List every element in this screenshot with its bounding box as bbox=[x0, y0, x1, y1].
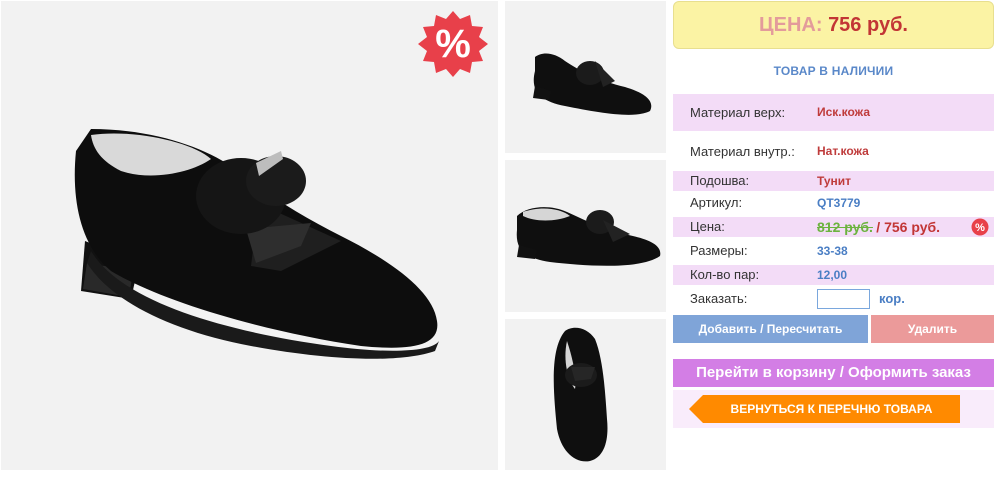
spec-row-price: Цена: 812 руб. / 756 руб. % bbox=[673, 217, 994, 237]
spec-label-upper: Материал верх: bbox=[690, 105, 786, 120]
back-to-list-button[interactable]: ВЕРНУТЬСЯ К ПЕРЕЧНЮ ТОВАРА bbox=[689, 395, 960, 423]
spec-label-order: Заказать: bbox=[690, 291, 748, 306]
discount-icon: % bbox=[971, 218, 989, 236]
delete-button[interactable]: Удалить bbox=[871, 315, 994, 343]
spec-row-article: Артикул: QT3779 bbox=[673, 193, 994, 213]
spec-value-pairs: 12,00 bbox=[817, 268, 848, 282]
spec-value-upper: Иск.кожа bbox=[817, 105, 870, 119]
spec-label-price: Цена: bbox=[690, 219, 725, 234]
new-price: / 756 руб. bbox=[876, 219, 941, 235]
spec-row-lining: Материал внутр.: Нат.кожа bbox=[673, 133, 994, 170]
spec-value-sizes: 33-38 bbox=[817, 244, 848, 258]
order-quantity-input[interactable] bbox=[817, 289, 870, 309]
order-unit: кор. bbox=[879, 291, 905, 306]
stock-status: ТОВАР В НАЛИЧИИ bbox=[773, 64, 894, 78]
spec-row-order: Заказать: кор. bbox=[673, 289, 994, 309]
spec-value-sole: Тунит bbox=[817, 174, 852, 188]
price-value: 756 руб. bbox=[828, 14, 908, 36]
spec-label-lining: Материал внутр.: bbox=[690, 144, 795, 159]
spec-label-pairs: Кол-во пар: bbox=[690, 267, 760, 282]
old-price: 812 руб. bbox=[817, 219, 873, 235]
spec-row-sole: Подошва: Тунит bbox=[673, 171, 994, 191]
go-to-cart-button[interactable]: Перейти в корзину / Оформить заказ bbox=[673, 359, 994, 387]
thumbnail-1[interactable] bbox=[505, 1, 666, 153]
sale-badge-symbol: % bbox=[435, 22, 471, 66]
spec-row-sizes: Размеры: 33-38 bbox=[673, 241, 994, 261]
product-details-panel: ЦЕНА: 756 руб. ТОВАР В НАЛИЧИИ Материал … bbox=[673, 0, 1006, 493]
thumbnail-3[interactable] bbox=[505, 319, 666, 470]
spec-label-article: Артикул: bbox=[690, 195, 743, 210]
spec-value-price: 812 руб. / 756 руб. bbox=[817, 217, 940, 238]
price-banner: ЦЕНА: 756 руб. bbox=[673, 1, 994, 49]
spec-value-article: QT3779 bbox=[817, 196, 861, 210]
sale-badge-icon: % bbox=[416, 9, 490, 83]
add-recalculate-button[interactable]: Добавить / Пересчитать bbox=[673, 315, 868, 343]
spec-row-pairs: Кол-во пар: 12,00 bbox=[673, 265, 994, 285]
price-label: ЦЕНА: bbox=[759, 14, 823, 36]
spec-value-lining: Нат.кожа bbox=[817, 144, 869, 158]
spec-row-upper: Материал верх: Иск.кожа bbox=[673, 94, 994, 131]
spec-label-sole: Подошва: bbox=[690, 173, 750, 188]
thumbnail-2[interactable] bbox=[505, 160, 666, 312]
spec-label-sizes: Размеры: bbox=[690, 243, 748, 258]
svg-text:%: % bbox=[975, 222, 985, 234]
back-button-container: ВЕРНУТЬСЯ К ПЕРЕЧНЮ ТОВАРА bbox=[673, 390, 994, 428]
